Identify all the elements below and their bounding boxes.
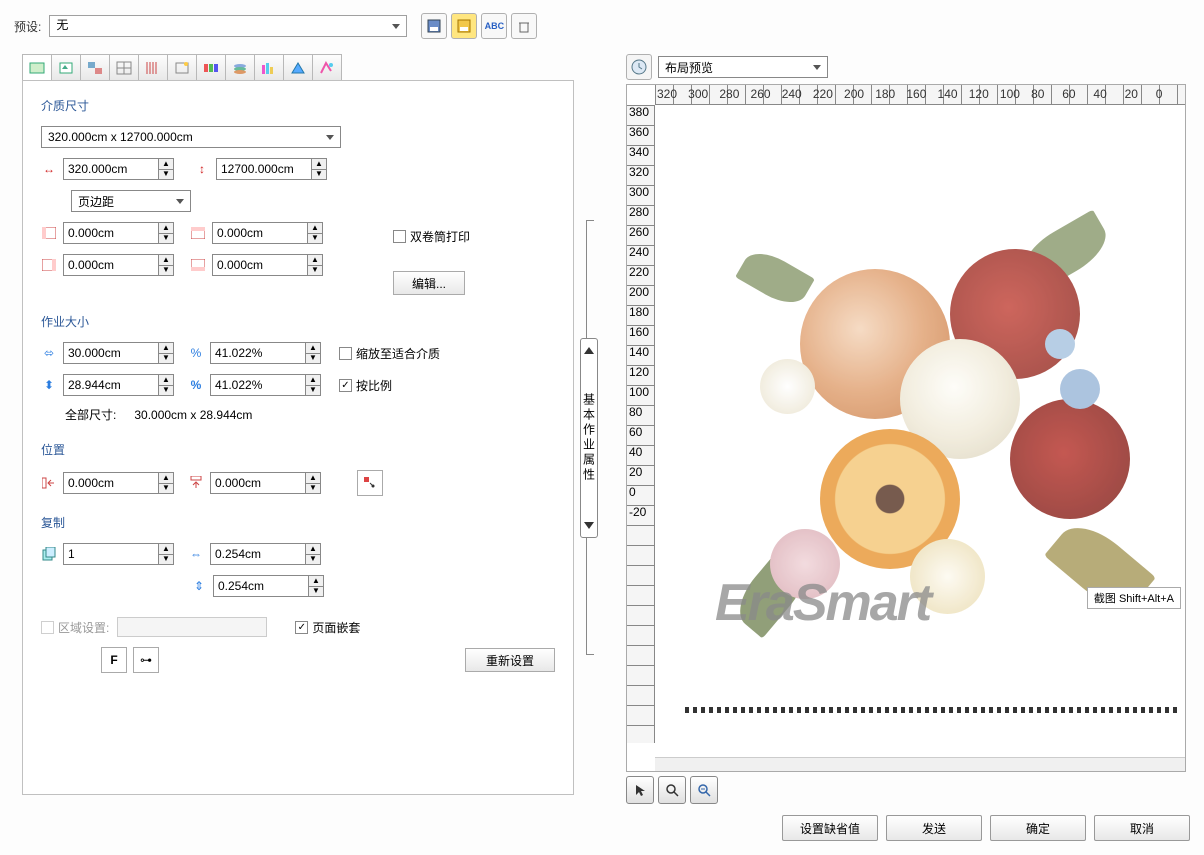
preview-mode-dropdown[interactable]: 布局预览 [658, 56, 828, 78]
clock-icon[interactable] [626, 54, 652, 80]
send-button[interactable]: 发送 [886, 815, 982, 841]
region-input [117, 617, 267, 637]
ok-button[interactable]: 确定 [990, 815, 1086, 841]
tab-11[interactable] [312, 54, 342, 80]
job-w-input[interactable]: ▲▼ [63, 342, 174, 364]
height-icon: ↕ [194, 161, 210, 177]
abc-icon[interactable]: ABC [481, 13, 507, 39]
set-default-button[interactable]: 设置缺省值 [782, 815, 878, 841]
tab-1[interactable] [22, 54, 52, 80]
fit-media-checkbox[interactable] [339, 347, 352, 360]
job-section-title: 作业大小 [41, 313, 555, 330]
tab-3[interactable] [80, 54, 110, 80]
margin-left-input[interactable]: ▲▼ [63, 222, 174, 244]
watermark-text: EraSmart [715, 573, 1145, 633]
job-wpct-icon: % [188, 345, 204, 361]
pos-y-input[interactable]: ▲▼ [210, 472, 321, 494]
tab-9[interactable] [254, 54, 284, 80]
preview-mode-value: 布局预览 [665, 59, 713, 76]
job-h-icon: ⬍ [41, 377, 57, 393]
screenshot-tooltip: 截图 Shift+Alt+A [1087, 587, 1181, 609]
fit-media-label: 缩放至适合介质 [356, 345, 440, 362]
media-height-input[interactable]: ▲▼ [216, 158, 327, 180]
zoom-fit-tool[interactable] [690, 776, 718, 804]
media-size-value: 320.000cm x 12700.000cm [48, 130, 193, 144]
tab-2[interactable] [51, 54, 81, 80]
margin-combo-value: 页边距 [78, 193, 114, 210]
nest-label: 页面嵌套 [312, 619, 360, 636]
tab-10[interactable] [283, 54, 313, 80]
margin-bot-input[interactable]: ▲▼ [212, 254, 323, 276]
margin-left-icon [41, 225, 57, 241]
ruler-horizontal: 3203002802602402202001801601401201008060… [655, 85, 1185, 105]
tab-5[interactable] [138, 54, 168, 80]
proportional-checkbox[interactable]: ✓ [339, 379, 352, 392]
preset-label: 预设: [14, 18, 41, 35]
pos-origin-button[interactable] [357, 470, 383, 496]
save-as-icon[interactable] [451, 13, 477, 39]
pos-section-title: 位置 [41, 441, 555, 458]
link-button[interactable]: ⊶ [133, 647, 159, 673]
tab-8[interactable] [225, 54, 255, 80]
ruler-vertical: 3803603403203002802602402202001801601401… [627, 105, 655, 743]
preset-value: 无 [56, 18, 68, 32]
zoom-tool[interactable] [658, 776, 686, 804]
region-label: 区域设置: [58, 619, 109, 636]
dual-roll-label: 双卷筒打印 [410, 228, 470, 245]
margin-right-input[interactable]: ▲▼ [63, 254, 174, 276]
margin-bot-icon [190, 257, 206, 273]
region-checkbox [41, 621, 54, 634]
copies-icon [41, 546, 57, 562]
full-size-label: 全部尺寸: [65, 406, 116, 423]
pos-x-icon [41, 475, 57, 491]
job-w-icon: ⬄ [41, 345, 57, 361]
pct-icon: % [188, 377, 204, 393]
edit-button[interactable]: 编辑... [393, 271, 465, 295]
margin-top-icon [190, 225, 206, 241]
dual-roll-checkbox[interactable] [393, 230, 406, 243]
properties-panel: 介质尺寸 320.000cm x 12700.000cm ↔ ▲▼ ↕ ▲▼ 页… [22, 80, 574, 795]
margin-top-input[interactable]: ▲▼ [212, 222, 323, 244]
job-wpct-input[interactable]: ▲▼ [210, 342, 321, 364]
hgap-icon: ⇔ [188, 546, 204, 562]
delete-icon[interactable] [511, 13, 537, 39]
nest-checkbox[interactable]: ✓ [295, 621, 308, 634]
width-icon: ↔ [41, 161, 57, 177]
copies-count-input[interactable]: ▲▼ [63, 543, 174, 565]
vert-label: 基本作业属性 [581, 393, 598, 483]
media-section-title: 介质尺寸 [41, 97, 555, 114]
margin-right-icon [41, 257, 57, 273]
pos-x-input[interactable]: ▲▼ [63, 472, 174, 494]
hgap-input[interactable]: ▲▼ [210, 543, 321, 565]
collapse-handle[interactable]: 基本作业属性 [580, 80, 600, 795]
preview-canvas: 3203002802602402202001801601401201008060… [626, 84, 1186, 772]
tool-tabs [22, 54, 341, 80]
tab-7[interactable] [196, 54, 226, 80]
copies-section-title: 复制 [41, 514, 555, 531]
vgap-icon: ⇕ [191, 578, 207, 594]
job-h-input[interactable]: ▲▼ [63, 374, 174, 396]
reset-button[interactable]: 重新设置 [465, 648, 555, 672]
margin-combo[interactable]: 页边距 [71, 190, 191, 212]
tab-4[interactable] [109, 54, 139, 80]
f-button[interactable]: F [101, 647, 127, 673]
full-size-value: 30.000cm x 28.944cm [134, 408, 252, 422]
save-icon[interactable] [421, 13, 447, 39]
job-hpct-input[interactable]: ▲▼ [210, 374, 321, 396]
cancel-button[interactable]: 取消 [1094, 815, 1190, 841]
preset-dropdown[interactable]: 无 [49, 15, 407, 37]
pos-y-icon [188, 475, 204, 491]
scrollbar-horizontal[interactable] [655, 757, 1185, 771]
proportional-label: 按比例 [356, 377, 392, 394]
vgap-input[interactable]: ▲▼ [213, 575, 324, 597]
media-size-combo[interactable]: 320.000cm x 12700.000cm [41, 126, 341, 148]
tab-6[interactable] [167, 54, 197, 80]
media-width-input[interactable]: ▲▼ [63, 158, 174, 180]
pointer-tool[interactable] [626, 776, 654, 804]
